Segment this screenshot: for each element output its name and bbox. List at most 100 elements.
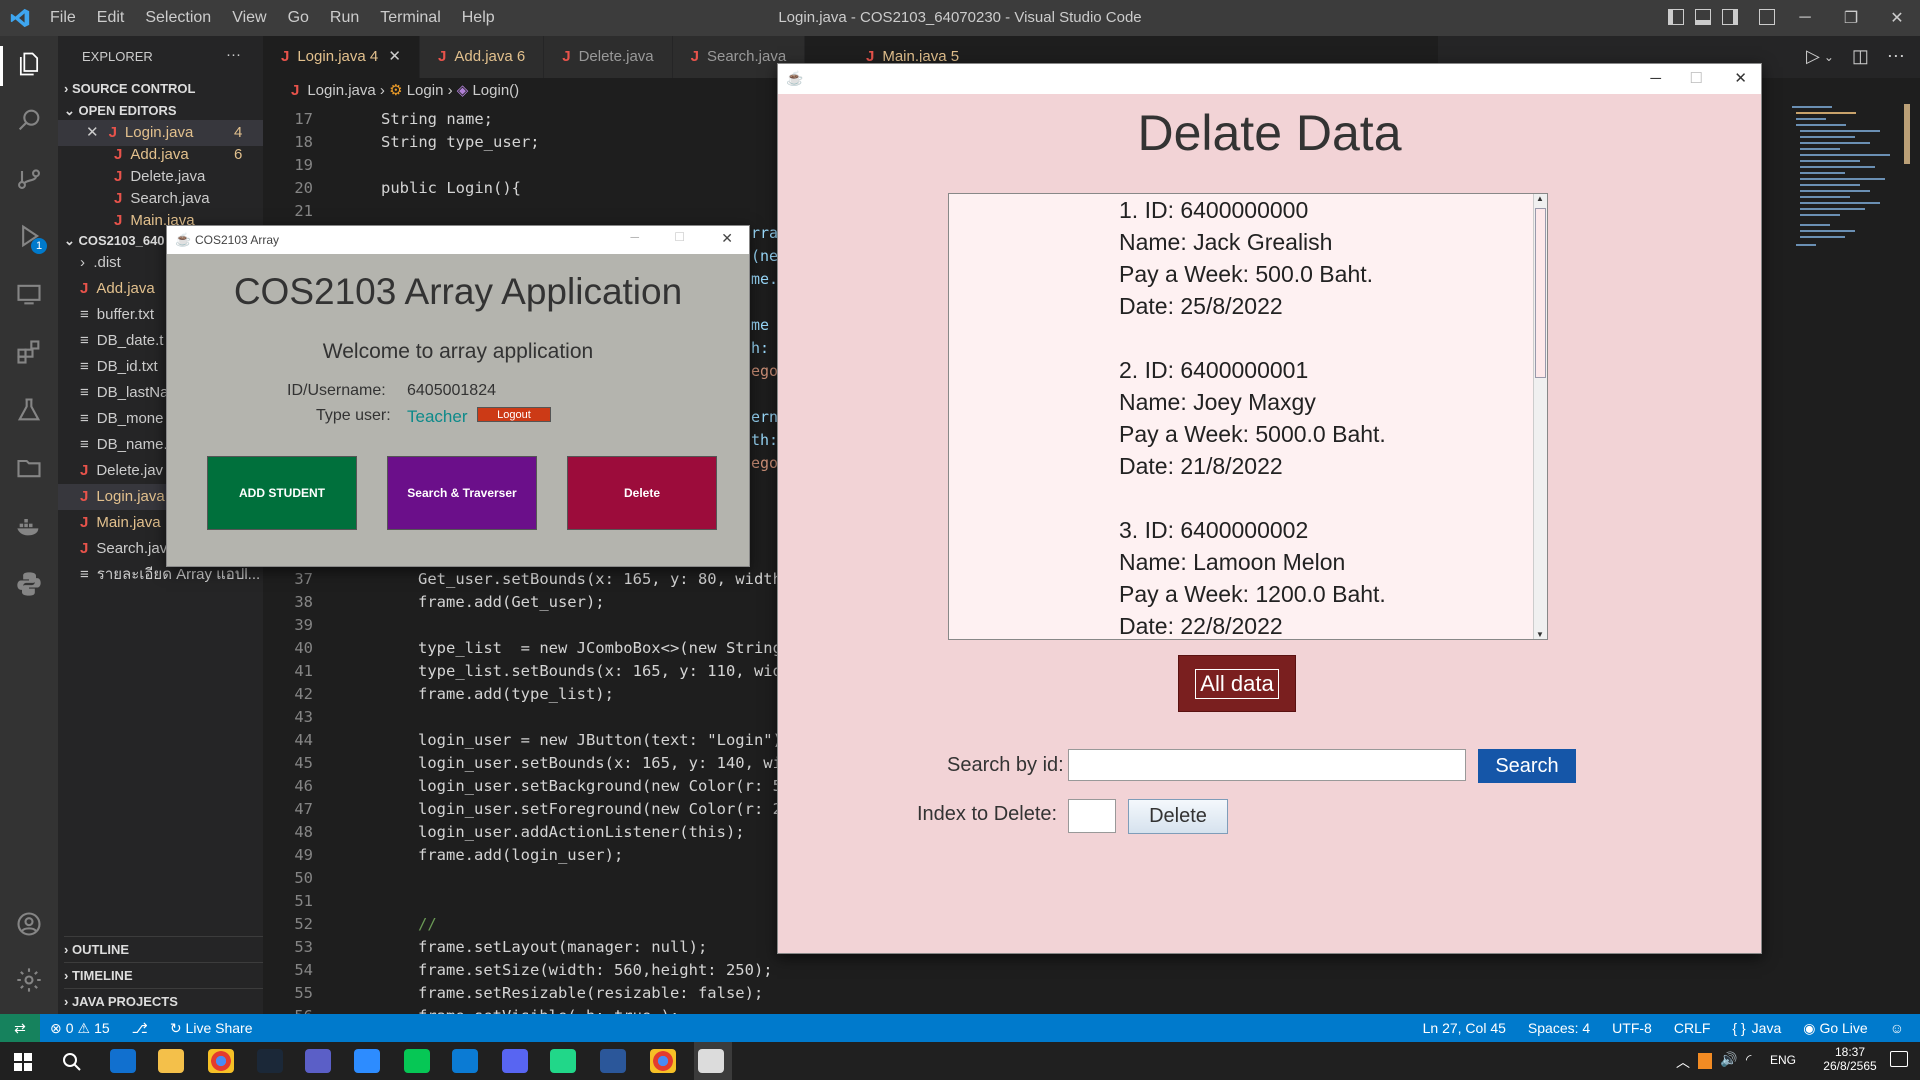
- minimize-icon[interactable]: ─: [630, 230, 639, 244]
- tab-add[interactable]: J Add.java 6: [420, 36, 545, 78]
- delete-button[interactable]: Delete: [1128, 799, 1228, 834]
- close-editor-icon[interactable]: ✕: [86, 124, 99, 141]
- scrollbar-thumb[interactable]: [1535, 208, 1546, 378]
- clock[interactable]: 18:37 26/8/2565: [1818, 1045, 1882, 1073]
- chevron-down-icon[interactable]: ⌄: [1824, 50, 1834, 67]
- breadcrumb-class[interactable]: Login: [407, 82, 444, 99]
- clion-icon[interactable]: [550, 1049, 576, 1073]
- remote-icon[interactable]: ⇄: [0, 1014, 40, 1042]
- microsoft-store-icon[interactable]: [110, 1049, 136, 1073]
- language-mode[interactable]: Java: [1752, 1020, 1782, 1036]
- windows-start-icon[interactable]: [14, 1053, 32, 1071]
- errors-icon[interactable]: ⊗: [50, 1020, 62, 1037]
- teams-icon[interactable]: [305, 1049, 331, 1073]
- menu-go[interactable]: Go: [288, 9, 309, 27]
- add-student-button[interactable]: ADD STUDENT: [207, 456, 357, 530]
- search-icon[interactable]: [62, 1052, 82, 1072]
- restore-icon[interactable]: ❐: [1828, 8, 1874, 28]
- scrollbar[interactable]: ▲ ▼: [1533, 194, 1547, 639]
- account-icon[interactable]: [13, 908, 45, 940]
- cursor-position[interactable]: Ln 27, Col 45: [1423, 1020, 1506, 1036]
- volume-icon[interactable]: 🔊: [1720, 1051, 1737, 1068]
- tab-main[interactable]: J Main.java 5: [866, 36, 980, 62]
- encoding[interactable]: UTF-8: [1612, 1020, 1652, 1036]
- close-icon[interactable]: ✕: [721, 230, 733, 247]
- language-indicator[interactable]: ENG: [1770, 1053, 1796, 1067]
- warning-count[interactable]: 15: [94, 1020, 110, 1036]
- menu-file[interactable]: File: [50, 9, 76, 27]
- source-control-icon[interactable]: [13, 162, 45, 194]
- run-debug-icon[interactable]: 1: [13, 220, 47, 254]
- menu-run[interactable]: Run: [330, 9, 359, 27]
- vscode-taskbar-icon[interactable]: [452, 1049, 478, 1073]
- indentation[interactable]: Spaces: 4: [1528, 1020, 1590, 1036]
- python-icon[interactable]: [13, 568, 45, 600]
- explorer-more-icon[interactable]: ···: [226, 42, 256, 68]
- scroll-down-icon[interactable]: ▼: [1536, 630, 1544, 639]
- wifi-icon[interactable]: ◜: [1746, 1051, 1751, 1068]
- folder-icon[interactable]: [13, 452, 45, 484]
- minimize-icon[interactable]: ─: [1782, 9, 1828, 27]
- close-icon[interactable]: ✕: [1874, 8, 1920, 28]
- records-list[interactable]: 1. ID: 6400000000 Name: Jack Grealish Pa…: [948, 193, 1548, 640]
- minimize-icon[interactable]: ─: [1650, 70, 1661, 87]
- maximize-icon[interactable]: ☐: [674, 230, 685, 244]
- minimap[interactable]: [1792, 104, 1912, 264]
- steam-icon[interactable]: [257, 1049, 283, 1073]
- go-live-button[interactable]: Go Live: [1819, 1020, 1867, 1036]
- menu-view[interactable]: View: [232, 9, 266, 27]
- outline-section[interactable]: › OUTLINE: [64, 936, 269, 962]
- maximize-icon[interactable]: ☐: [1690, 69, 1703, 87]
- search-traverser-button[interactable]: Search & Traverser: [387, 456, 537, 530]
- docker-icon[interactable]: [13, 510, 45, 542]
- more-actions-icon[interactable]: ⋯: [1887, 46, 1905, 67]
- chrome-profile-icon[interactable]: [650, 1049, 676, 1073]
- logout-button[interactable]: Logout: [477, 407, 551, 422]
- line-ending[interactable]: CRLF: [1674, 1020, 1711, 1036]
- explorer-icon[interactable]: [13, 48, 45, 80]
- debug-status-icon[interactable]: ⎇: [132, 1020, 148, 1037]
- menu-help[interactable]: Help: [462, 9, 495, 27]
- breadcrumb-method[interactable]: Login(): [472, 82, 519, 99]
- line-icon[interactable]: [404, 1049, 430, 1073]
- scroll-up-icon[interactable]: ▲: [1536, 194, 1544, 203]
- all-data-button[interactable]: All data: [1178, 655, 1296, 712]
- tray-overflow-icon[interactable]: ︿: [1676, 1052, 1690, 1072]
- delete-menu-button[interactable]: Delete: [567, 456, 717, 530]
- testing-icon[interactable]: [13, 394, 45, 426]
- settings-gear-icon[interactable]: [13, 964, 45, 996]
- tray-app-icon[interactable]: [1698, 1053, 1712, 1069]
- toggle-sidebar-icon[interactable]: [1668, 9, 1684, 25]
- menu-edit[interactable]: Edit: [97, 9, 125, 27]
- java-projects-section[interactable]: › JAVA PROJECTS: [64, 988, 269, 1014]
- toggle-panel-icon[interactable]: [1695, 9, 1711, 25]
- file-explorer-icon[interactable]: [158, 1049, 184, 1073]
- search-icon[interactable]: [13, 104, 45, 136]
- breadcrumb-file[interactable]: Login.java: [307, 82, 375, 99]
- tab-login[interactable]: J Login.java 4 ✕: [263, 36, 420, 78]
- run-icon[interactable]: ▷: [1806, 46, 1820, 67]
- live-share-icon[interactable]: ↻: [170, 1020, 182, 1037]
- chrome-icon[interactable]: [208, 1049, 234, 1073]
- split-editor-icon[interactable]: ◫: [1852, 46, 1869, 67]
- remote-explorer-icon[interactable]: [13, 278, 45, 310]
- close-tab-icon[interactable]: ✕: [388, 48, 401, 65]
- live-share-label[interactable]: Live Share: [186, 1020, 253, 1036]
- word-icon[interactable]: [600, 1049, 626, 1073]
- extensions-icon[interactable]: [13, 336, 45, 368]
- timeline-section[interactable]: › TIMELINE: [64, 962, 269, 988]
- menu-selection[interactable]: Selection: [145, 9, 211, 27]
- error-count[interactable]: 0: [66, 1020, 74, 1036]
- zoom-icon[interactable]: [354, 1049, 380, 1073]
- feedback-icon[interactable]: ☺: [1890, 1020, 1904, 1036]
- tab-delete[interactable]: J Delete.java: [544, 36, 673, 78]
- customize-layout-icon[interactable]: [1759, 9, 1775, 25]
- warning-icon[interactable]: ⚠: [78, 1020, 91, 1037]
- search-button[interactable]: Search: [1478, 749, 1576, 783]
- toggle-secondary-sidebar-icon[interactable]: [1722, 9, 1738, 25]
- menu-terminal[interactable]: Terminal: [380, 9, 440, 27]
- index-delete-input[interactable]: [1068, 799, 1116, 833]
- close-icon[interactable]: ✕: [1734, 69, 1747, 87]
- notifications-icon[interactable]: [1890, 1051, 1908, 1067]
- discord-icon[interactable]: [502, 1049, 528, 1073]
